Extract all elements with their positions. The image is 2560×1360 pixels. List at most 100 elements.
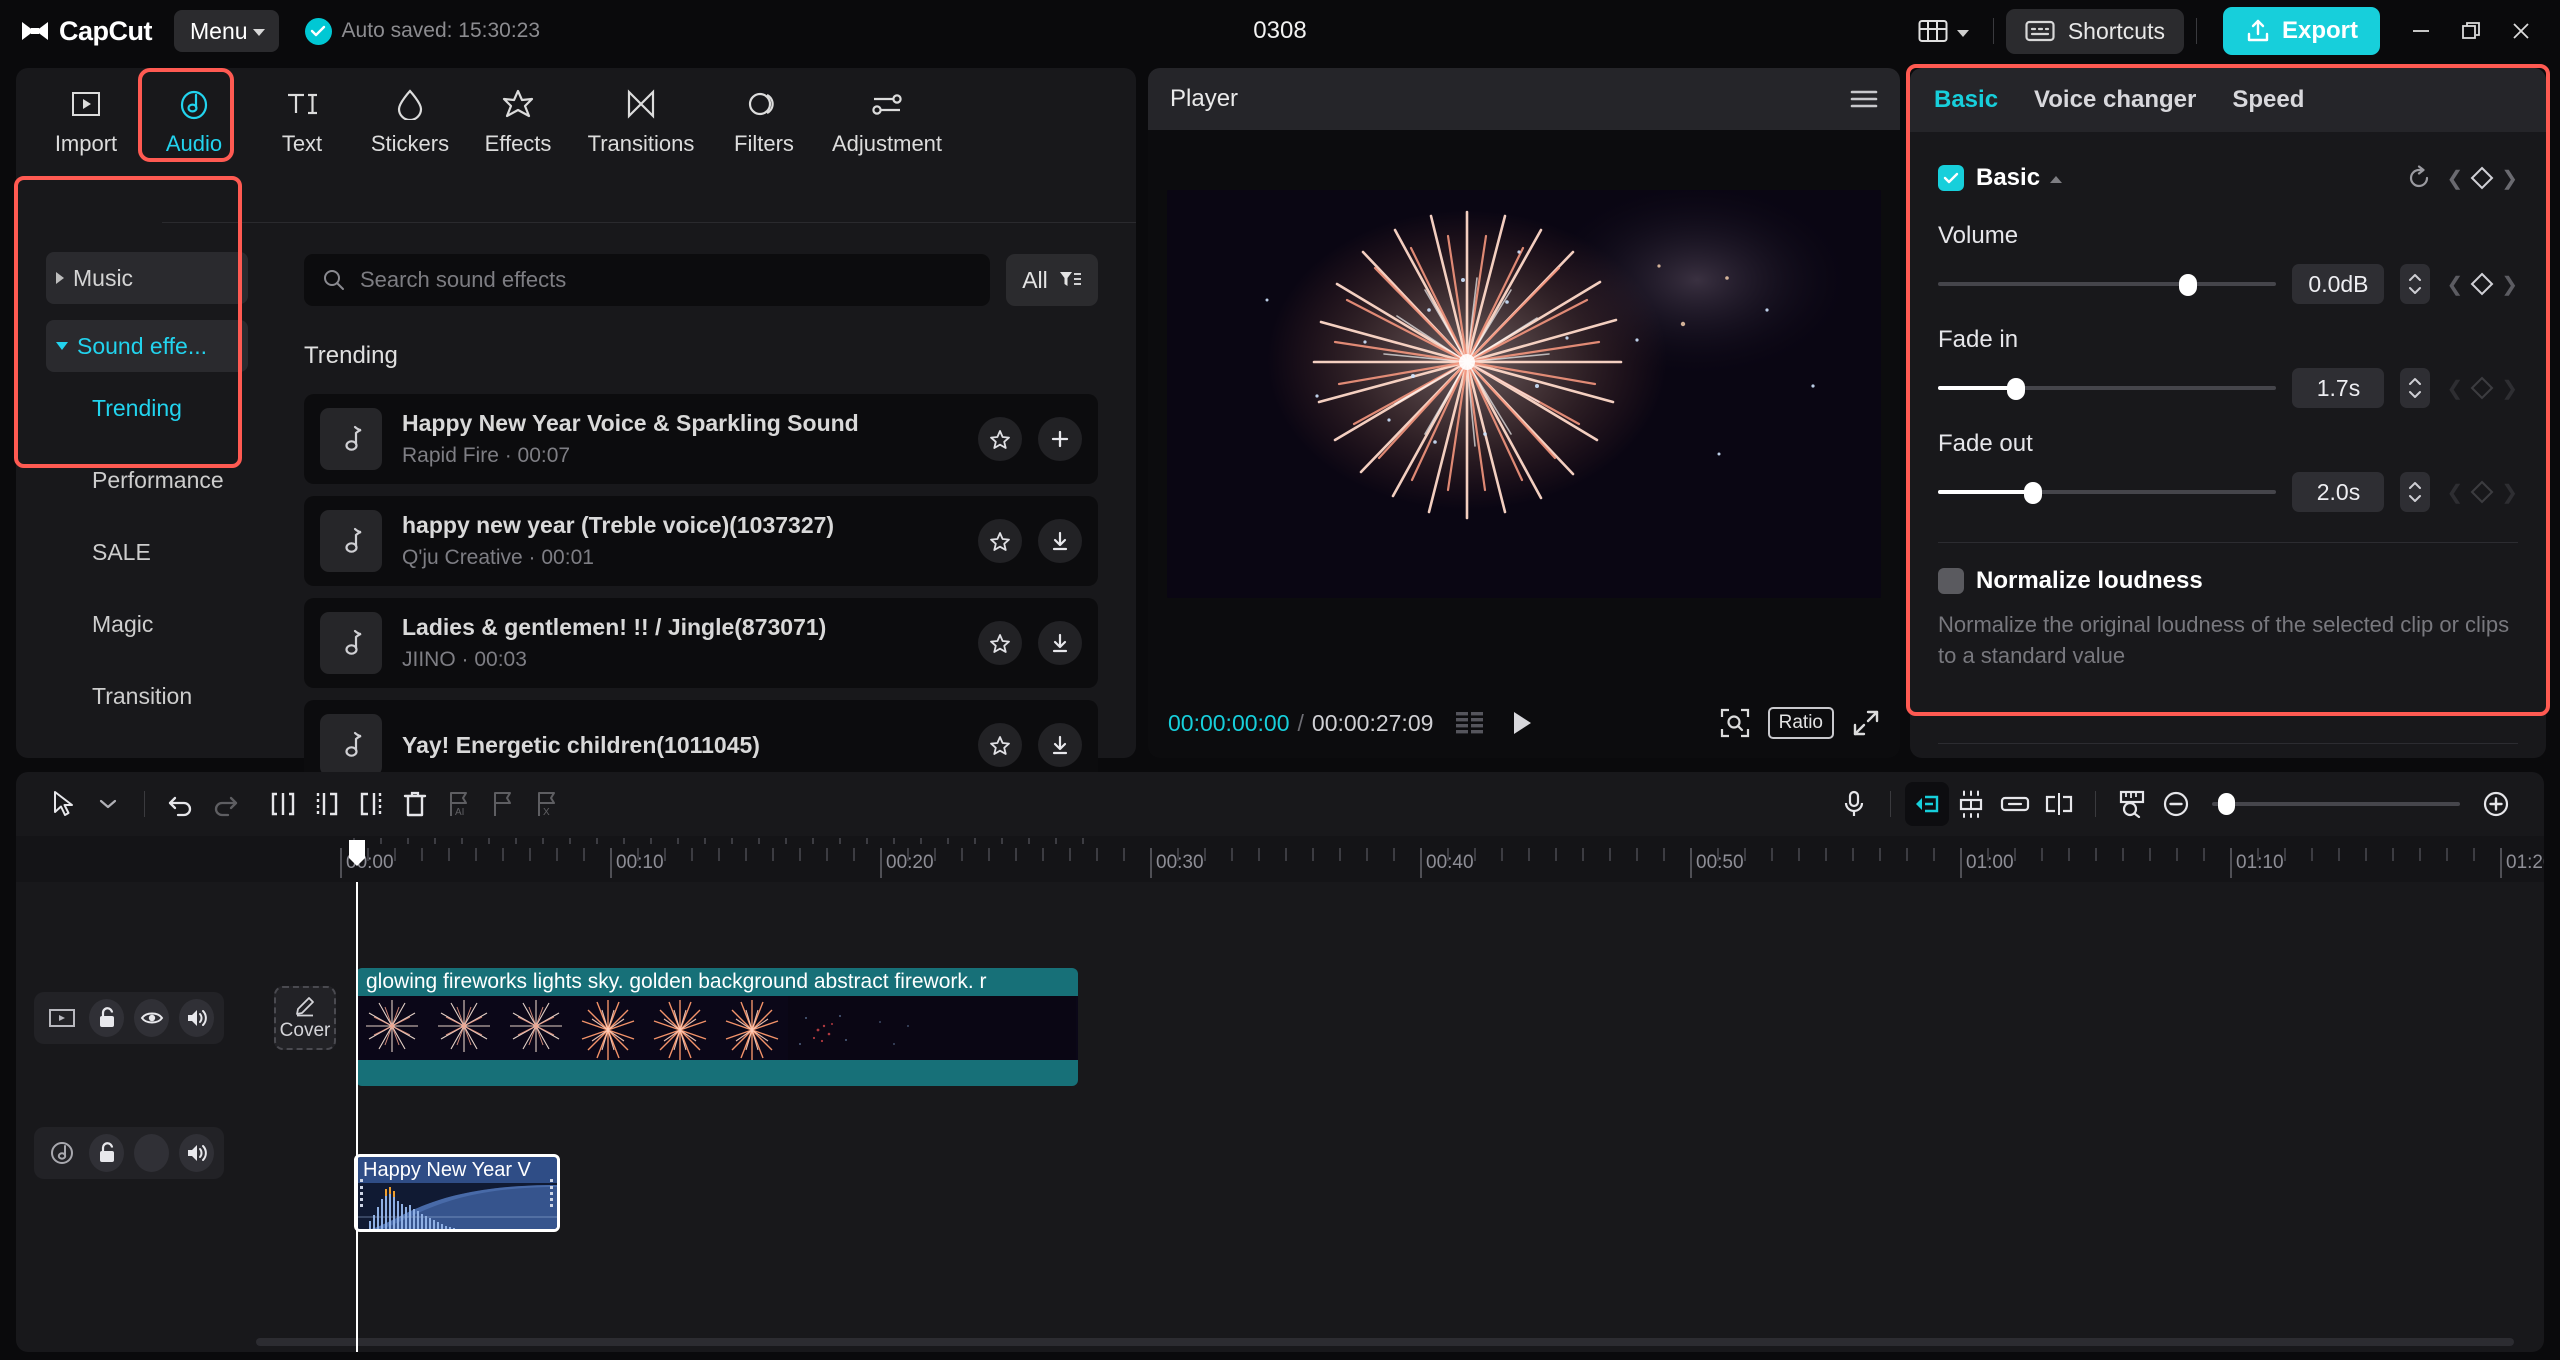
eye-icon[interactable] (134, 999, 169, 1037)
sidebar-item-import[interactable]: Import (32, 76, 140, 157)
sidebar-item-trending[interactable]: Trending (46, 372, 248, 444)
star-icon[interactable] (978, 723, 1022, 767)
playhead-knob[interactable] (347, 838, 367, 868)
fade-in-stepper[interactable] (2400, 368, 2430, 408)
hamburger-icon[interactable] (1850, 88, 1878, 110)
slider-knob[interactable] (2218, 793, 2235, 815)
microphone-icon[interactable] (1832, 782, 1876, 826)
redo-icon[interactable] (203, 782, 247, 826)
clip-trim-handle-right[interactable] (550, 1179, 554, 1208)
list-item[interactable]: Ladies & gentlemen! !! / Jingle(873071) … (304, 598, 1098, 688)
magnet-snap-icon[interactable] (1905, 782, 1949, 826)
fade-out-slider[interactable] (1938, 479, 2276, 505)
auto-fill-icon[interactable] (1949, 782, 1993, 826)
clip-trim-handle-left[interactable] (360, 1179, 364, 1208)
sidebar-item-audio[interactable]: Audio (140, 76, 248, 157)
marker-ai-icon[interactable]: AI (437, 782, 481, 826)
zoom-out-icon[interactable] (2154, 782, 2198, 826)
tab-basic[interactable]: Basic (1934, 86, 1998, 114)
zoom-fit-icon[interactable] (1720, 708, 1750, 738)
ratio-button[interactable]: Ratio (1768, 707, 1834, 739)
search-input[interactable] (360, 267, 972, 293)
sidebar-item-sale[interactable]: SALE (46, 516, 248, 588)
sidebar-item-adjustment[interactable]: Adjustment (818, 76, 956, 157)
layout-grid-icon[interactable] (1906, 10, 1981, 52)
close-icon[interactable] (2496, 8, 2546, 54)
undo-icon[interactable] (159, 782, 203, 826)
zoom-in-icon[interactable] (2474, 782, 2518, 826)
restore-icon[interactable] (2446, 8, 2496, 54)
audio-clip[interactable]: Happy New Year V (354, 1154, 560, 1232)
audio-wave-icon[interactable] (44, 1134, 79, 1172)
filter-button[interactable]: All (1006, 254, 1098, 306)
basic-checkbox[interactable] (1938, 165, 1964, 191)
reset-icon[interactable] (2406, 165, 2432, 191)
prev-keyframe-icon[interactable]: ❮ (2446, 166, 2463, 191)
volume-slider[interactable] (1938, 271, 2276, 297)
fade-in-value[interactable]: 1.7s (2292, 368, 2384, 408)
volume-value[interactable]: 0.0dB (2292, 264, 2384, 304)
play-icon[interactable] (1509, 709, 1535, 737)
export-button[interactable]: Export (2223, 7, 2380, 55)
sidebar-group-sound-effects[interactable]: Sound effe... (46, 320, 248, 372)
menu-button[interactable]: Menu (174, 10, 279, 52)
slider-knob[interactable] (2007, 378, 2025, 400)
star-icon[interactable] (978, 417, 1022, 461)
sidebar-item-performance[interactable]: Performance (46, 444, 248, 516)
marker-icon[interactable] (481, 782, 525, 826)
sidebar-item-filters[interactable]: Filters (710, 76, 818, 157)
sidebar-item-magic[interactable]: Magic (46, 588, 248, 660)
next-keyframe-icon[interactable]: ❯ (2501, 166, 2518, 191)
prev-keyframe-icon[interactable]: ❮ (2446, 272, 2463, 297)
fade-out-stepper[interactable] (2400, 472, 2430, 512)
trim-right-icon[interactable] (349, 782, 393, 826)
video-preview-icon[interactable] (44, 999, 79, 1037)
current-time[interactable]: 00:00:00:00 (1168, 710, 1290, 737)
timeline-ruler[interactable]: 00:00 00:10 00:20 00:30 00:40 00:50 01:0… (16, 836, 2544, 882)
split-icon[interactable] (261, 782, 305, 826)
next-keyframe-icon[interactable]: ❯ (2501, 272, 2518, 297)
search-box[interactable] (304, 254, 990, 306)
fade-in-slider[interactable] (1938, 375, 2276, 401)
star-icon[interactable] (978, 621, 1022, 665)
keyframe-diamond-icon[interactable] (2470, 166, 2494, 190)
sidebar-item-transition[interactable]: Transition (46, 660, 248, 732)
list-item[interactable]: happy new year (Treble voice)(1037327) Q… (304, 496, 1098, 586)
normalize-checkbox[interactable] (1938, 568, 1964, 594)
timeline-scrollbar[interactable] (256, 1338, 2514, 1346)
split-track-icon[interactable] (2037, 782, 2081, 826)
download-icon[interactable] (1038, 519, 1082, 563)
tab-speed[interactable]: Speed (2232, 86, 2304, 114)
tab-voice-changer[interactable]: Voice changer (2034, 86, 2196, 114)
lock-open-icon[interactable] (89, 1134, 124, 1172)
minimize-icon[interactable] (2396, 8, 2446, 54)
marker-x-icon[interactable]: X (525, 782, 569, 826)
sidebar-item-effects[interactable]: Effects (464, 76, 572, 157)
chevron-up-icon[interactable] (2050, 176, 2062, 183)
chevron-down-icon[interactable] (86, 782, 130, 826)
sidebar-group-music[interactable]: Music (46, 252, 248, 304)
slider-knob[interactable] (2024, 482, 2042, 504)
trim-left-icon[interactable] (305, 782, 349, 826)
sidebar-item-text[interactable]: Text (248, 76, 356, 157)
volume-stepper[interactable] (2400, 264, 2430, 304)
zoom-slider[interactable] (2212, 792, 2460, 816)
delete-icon[interactable] (393, 782, 437, 826)
link-icon[interactable] (1993, 782, 2037, 826)
sidebar-item-stickers[interactable]: Stickers (356, 76, 464, 157)
sidebar-item-transitions[interactable]: Transitions (572, 76, 710, 157)
select-arrow-icon[interactable] (42, 782, 86, 826)
lock-open-icon[interactable] (89, 999, 124, 1037)
download-icon[interactable] (1038, 621, 1082, 665)
frames-icon[interactable] (1455, 710, 1485, 736)
download-icon[interactable] (1038, 723, 1082, 767)
cover-button[interactable]: Cover (274, 986, 336, 1050)
fullscreen-icon[interactable] (1852, 709, 1880, 737)
list-item[interactable]: Happy New Year Voice & Sparkling Sound R… (304, 394, 1098, 484)
star-icon[interactable] (978, 519, 1022, 563)
playhead[interactable] (356, 882, 358, 1352)
speaker-icon[interactable] (179, 999, 214, 1037)
video-clip[interactable]: glowing fireworks lights sky. golden bac… (356, 968, 1078, 1086)
speaker-icon[interactable] (179, 1134, 214, 1172)
plus-icon[interactable] (1038, 417, 1082, 461)
